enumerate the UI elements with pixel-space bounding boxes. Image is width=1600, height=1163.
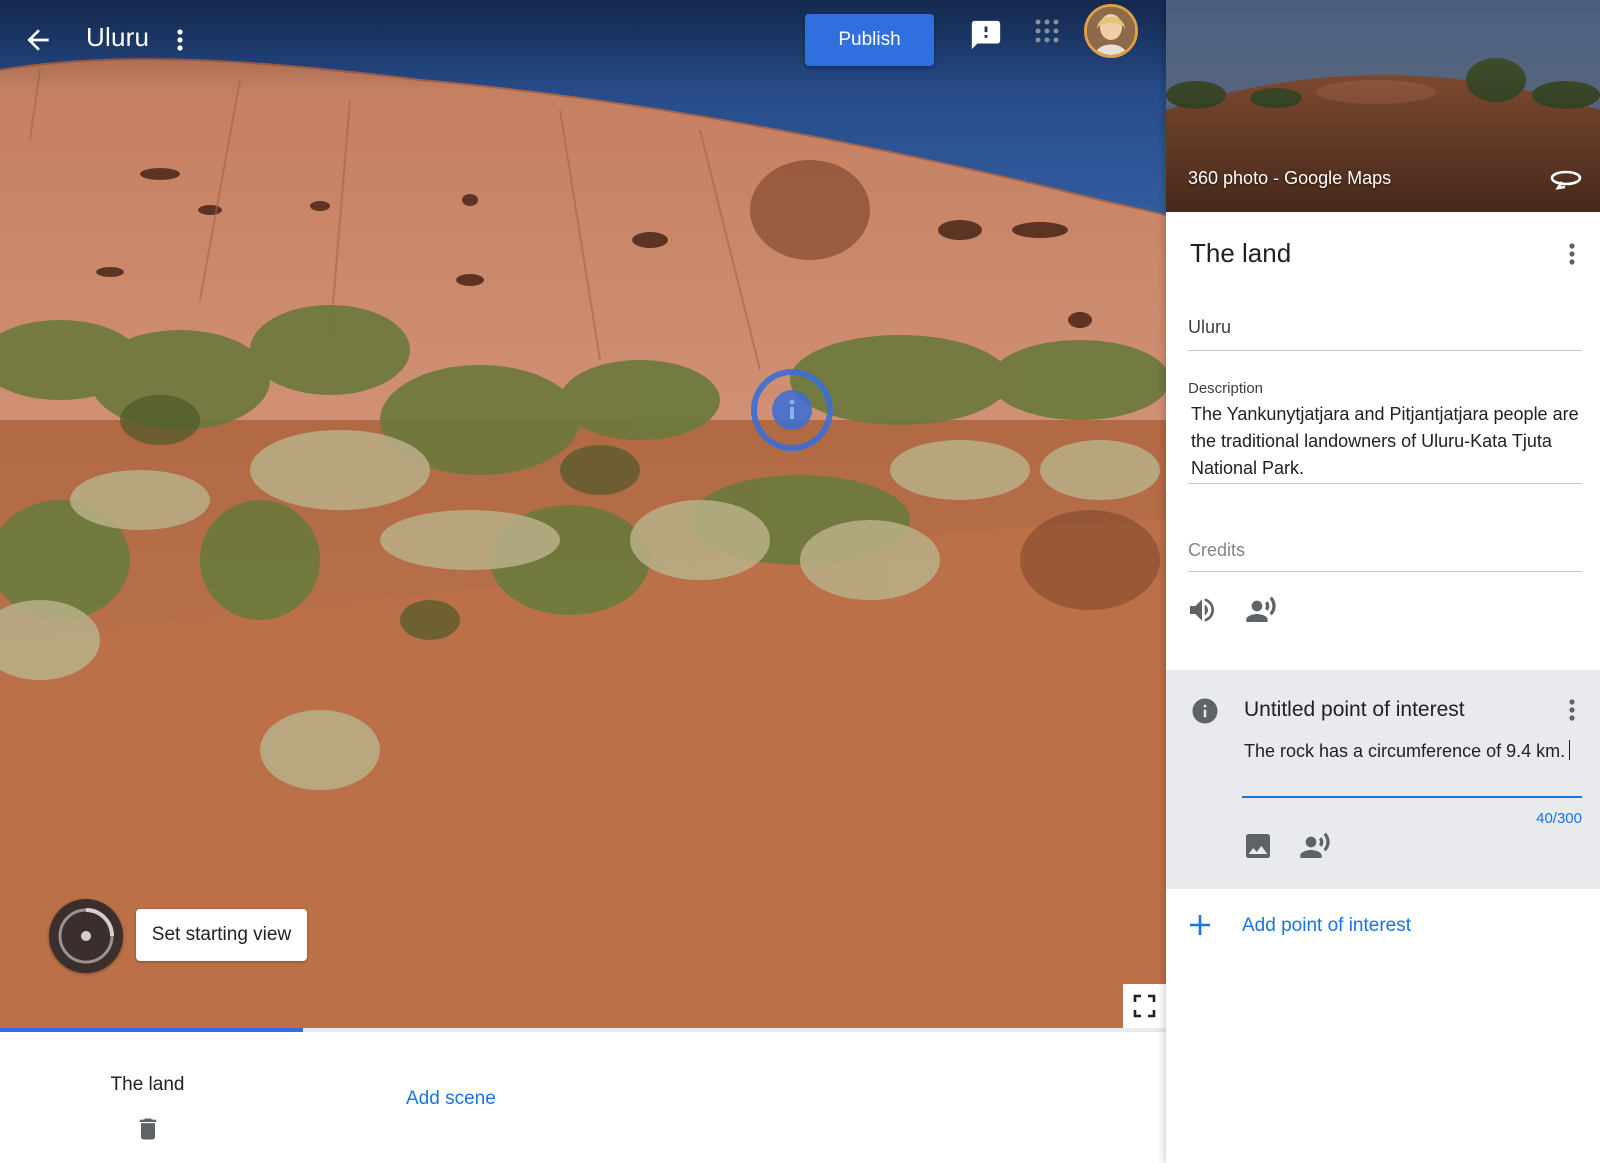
text-cursor [1569, 740, 1571, 760]
set-starting-view-button[interactable]: Set starting view [136, 909, 307, 961]
apps-grid-icon [1035, 19, 1059, 43]
delete-scene-button[interactable] [134, 1114, 162, 1144]
viewer-top-bar: Uluru Publish [0, 0, 1166, 80]
record-voice-icon [1300, 832, 1330, 858]
scene-menu-button[interactable] [1562, 238, 1582, 270]
add-point-of-interest-label: Add point of interest [1242, 915, 1411, 936]
scene-item-the-land[interactable]: The land [90, 1074, 205, 1154]
poi-description-input[interactable]: The rock has a circumference of 9.4 km. [1242, 738, 1582, 798]
fullscreen-button[interactable] [1123, 984, 1166, 1028]
compass-icon [58, 908, 114, 964]
publish-button[interactable]: Publish [805, 14, 934, 66]
poi-add-image-button[interactable] [1242, 830, 1274, 862]
record-voice-icon [1246, 596, 1276, 622]
poi-card: Untitled point of interest The rock has … [1166, 670, 1600, 889]
volume-icon [1190, 598, 1214, 622]
description-label: Description [1188, 380, 1264, 397]
credits-field[interactable]: Credits [1188, 532, 1582, 572]
more-vert-icon [177, 29, 183, 51]
add-scene-link[interactable]: Add scene [406, 1088, 496, 1110]
project-menu-button[interactable] [170, 24, 190, 56]
feedback-button[interactable] [968, 18, 1004, 52]
more-vert-icon [1569, 243, 1575, 265]
scene-preview[interactable]: 360 photo - Google Maps [1166, 0, 1600, 212]
starting-view-compass-button[interactable] [49, 899, 123, 973]
poi-add-narration-button[interactable] [1298, 830, 1332, 862]
trash-icon [139, 1118, 157, 1140]
user-photo-icon [1087, 7, 1135, 55]
scene-strip: The land Add scene [0, 1028, 1166, 1163]
image-icon [1246, 834, 1270, 858]
arrow-back-icon [27, 29, 49, 51]
poi-character-counter: 40/300 [1536, 810, 1582, 827]
location-field[interactable]: Uluru [1188, 305, 1582, 351]
account-avatar[interactable] [1084, 4, 1138, 58]
info-icon [751, 369, 833, 451]
project-title: Uluru [86, 22, 150, 52]
description-field[interactable]: Description The Yankunytjatjara and Pitj… [1188, 374, 1582, 484]
description-text[interactable]: The Yankunytjatjara and Pitjantjatjara p… [1188, 401, 1582, 482]
scene-item-label: The land [110, 1074, 185, 1095]
side-panel: 360 photo - Google Maps The land Uluru D… [1166, 0, 1600, 1163]
fullscreen-icon [1133, 994, 1156, 1018]
poi-description-text: The rock has a circumference of 9.4 km. [1244, 741, 1566, 761]
plus-icon [1190, 915, 1210, 935]
feedback-icon [971, 20, 1001, 50]
panorama-viewer[interactable]: Uluru Publish Set starting view [0, 0, 1166, 1028]
scene-progress-fill [0, 1028, 304, 1032]
scene-progress-track [0, 1028, 1166, 1032]
poi-marker[interactable] [749, 367, 835, 453]
apps-button[interactable] [1032, 16, 1062, 46]
view-360-button[interactable] [1548, 164, 1584, 194]
panorama-image[interactable] [0, 0, 1166, 1028]
add-narration-button[interactable] [1244, 594, 1278, 626]
back-button[interactable] [22, 24, 54, 56]
scene-title: The land [1190, 238, 1292, 268]
rotate-360-icon [1550, 170, 1582, 190]
add-point-of-interest-button[interactable]: Add point of interest [1186, 909, 1486, 949]
poi-menu-button[interactable] [1562, 694, 1582, 726]
poi-title[interactable]: Untitled point of interest [1244, 698, 1465, 722]
preview-caption: 360 photo - Google Maps [1188, 168, 1392, 188]
more-vert-icon [1569, 699, 1575, 721]
add-audio-button[interactable] [1186, 594, 1218, 626]
info-icon [1192, 698, 1218, 724]
